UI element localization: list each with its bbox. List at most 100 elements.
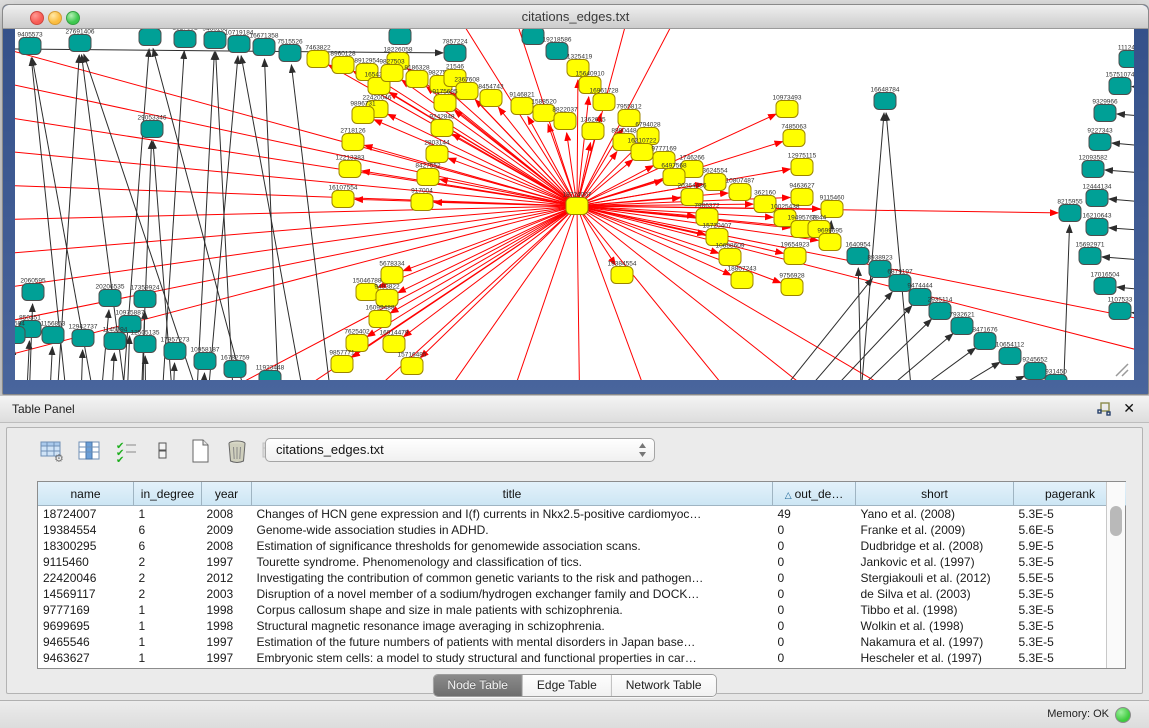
graph-node[interactable]: 8186328 xyxy=(404,65,430,88)
graph-edge[interactable] xyxy=(1117,287,1134,293)
table-cell[interactable]: Yano et al. (2008) xyxy=(856,506,1014,523)
table-cell[interactable]: de Silva et al. (2003) xyxy=(856,586,1014,602)
table-scrollbar[interactable] xyxy=(1106,482,1125,668)
table-cell[interactable]: 0 xyxy=(773,650,856,666)
table-cell[interactable]: Structural magnetic resonance image aver… xyxy=(252,618,773,634)
graph-node[interactable]: 9857771 xyxy=(329,350,355,373)
graph-edge[interactable] xyxy=(794,306,912,380)
graph-edge[interactable] xyxy=(577,215,580,380)
graph-node[interactable]: 9493822 xyxy=(374,284,400,307)
table-cell[interactable]: 22420046 xyxy=(38,570,134,586)
graph-node[interactable]: 16671358 xyxy=(250,33,279,56)
table-cell[interactable]: 0 xyxy=(773,554,856,570)
graph-node[interactable]: 9896731 xyxy=(350,101,376,124)
table-cell[interactable]: 1997 xyxy=(202,554,252,570)
table-cell[interactable]: 1 xyxy=(134,506,202,523)
show-columns-icon[interactable] xyxy=(76,439,102,463)
graph-node[interactable]: 12093582 xyxy=(1079,155,1108,178)
graph-edge[interactable] xyxy=(580,214,660,380)
table-cell[interactable]: Tourette syndrome. Phenomenology and cla… xyxy=(252,554,773,570)
tab-edge-table[interactable]: Edge Table xyxy=(523,675,612,696)
graph-node[interactable]: 16210643 xyxy=(1083,213,1112,236)
graph-node[interactable]: 19384554 xyxy=(608,261,637,284)
window-resize-grip[interactable] xyxy=(1116,364,1128,376)
graph-edge[interactable] xyxy=(421,212,571,357)
graph-node[interactable]: 9242848 xyxy=(429,114,455,137)
table-cell[interactable]: Genome-wide association studies in ADHD. xyxy=(252,522,773,538)
graph-edge[interactable] xyxy=(15,208,568,373)
table-row[interactable]: 946554611997Estimation of the future num… xyxy=(38,634,1126,650)
table-cell[interactable]: 0 xyxy=(773,570,856,586)
table-cell[interactable]: 1 xyxy=(134,602,202,618)
table-cell[interactable]: 2012 xyxy=(202,570,252,586)
table-cell[interactable]: 1 xyxy=(134,634,202,650)
table-cell[interactable]: Disruption of a novel member of a sodium… xyxy=(252,586,773,602)
table-cell[interactable]: 0 xyxy=(773,602,856,618)
graph-node[interactable]: 9329966 xyxy=(1092,99,1118,122)
graph-node[interactable]: 17016504 xyxy=(1091,272,1120,295)
graph-edge[interactable] xyxy=(216,52,235,380)
table-cell[interactable]: 6 xyxy=(134,538,202,554)
table-cell[interactable]: Jankovic et al. (1997) xyxy=(856,554,1014,570)
graph-node[interactable]: 20206535 xyxy=(96,284,125,307)
graph-node[interactable]: 931450 xyxy=(1045,369,1067,381)
graph-node[interactable]: 12975115 xyxy=(788,153,817,176)
graph-node[interactable]: 9227343 xyxy=(1087,128,1113,151)
node-table[interactable]: namein_degreeyeartitle△out_de…shortpager… xyxy=(37,481,1126,669)
graph-node[interactable]: 10973493 xyxy=(773,95,802,118)
graph-node[interactable]: 17957273 xyxy=(161,337,190,360)
graph-edge[interactable] xyxy=(80,350,83,380)
graph-edge[interactable] xyxy=(500,215,574,380)
graph-node[interactable]: 8427552 xyxy=(415,163,441,186)
graph-edge[interactable] xyxy=(398,210,569,293)
graph-edge[interactable] xyxy=(910,376,1024,380)
graph-node[interactable]: 27691406 xyxy=(66,29,95,52)
graph-node[interactable]: 2367608 xyxy=(454,77,480,100)
graph-edge[interactable] xyxy=(15,107,568,205)
graph-edge[interactable] xyxy=(1117,114,1134,119)
graph-edge[interactable] xyxy=(48,347,52,380)
graph-node[interactable]: 7625402 xyxy=(344,329,370,352)
table-cell[interactable]: Estimation of significance thresholds fo… xyxy=(252,538,773,554)
graph-node[interactable]: 8471676 xyxy=(972,327,998,350)
graph-node[interactable]: 1362615 xyxy=(580,117,606,140)
table-cell[interactable]: Corpus callosum shape and size in male p… xyxy=(252,602,773,618)
table-cell[interactable]: 2008 xyxy=(202,538,252,554)
graph-node[interactable]: 16782759 xyxy=(221,355,250,378)
table-cell[interactable]: 18724007 xyxy=(38,506,134,523)
graph-edge[interactable] xyxy=(583,213,760,380)
graph-edge[interactable] xyxy=(858,268,862,380)
graph-node[interactable]: 5678334 xyxy=(379,261,405,284)
graph-node[interactable]: 16914479 xyxy=(380,330,409,353)
table-cell[interactable]: 2009 xyxy=(202,522,252,538)
graph-edge[interactable] xyxy=(25,341,29,380)
table-cell[interactable]: Estimation of the future numbers of pati… xyxy=(252,634,773,650)
graph-node[interactable]: 8822037 xyxy=(552,107,578,130)
graph-node[interactable]: 16107554 xyxy=(329,185,358,208)
graph-node[interactable]: 1145194 xyxy=(103,327,128,350)
graph-edge[interactable] xyxy=(816,319,931,380)
table-cell[interactable]: 0 xyxy=(773,538,856,554)
table-row[interactable]: 1830029562008Estimation of significance … xyxy=(38,538,1126,554)
table-cell[interactable]: 49 xyxy=(773,506,856,523)
delete-rows-icon[interactable] xyxy=(224,439,250,463)
table-cell[interactable]: Dudbridge et al. (2008) xyxy=(856,538,1014,554)
graph-edge[interactable] xyxy=(750,278,872,380)
graph-edge[interactable] xyxy=(1132,87,1134,89)
graph-edge[interactable] xyxy=(404,211,570,336)
graph-edge[interactable] xyxy=(205,56,238,380)
table-cell[interactable]: 0 xyxy=(773,522,856,538)
graph-node[interactable]: 8454743 xyxy=(478,84,504,107)
table-cell[interactable]: 9465546 xyxy=(38,634,134,650)
table-selector-dropdown[interactable]: citations_edges.txt xyxy=(265,438,655,462)
table-settings-icon[interactable]: ⚙ xyxy=(39,439,65,463)
table-row[interactable]: 1456911722003Disruption of a novel membe… xyxy=(38,586,1126,602)
table-cell[interactable]: Embryonic stem cells: a model to study s… xyxy=(252,650,773,666)
table-row[interactable]: 946362711997Embryonic stem cells: a mode… xyxy=(38,650,1126,666)
graph-node[interactable]: 15716485 xyxy=(398,352,427,375)
graph-edge[interactable] xyxy=(886,362,1000,380)
table-cell[interactable]: 2 xyxy=(134,586,202,602)
graph-edge[interactable] xyxy=(1102,257,1134,263)
graph-node[interactable]: 18807243 xyxy=(728,266,757,289)
tab-node-table[interactable]: Node Table xyxy=(433,675,523,696)
